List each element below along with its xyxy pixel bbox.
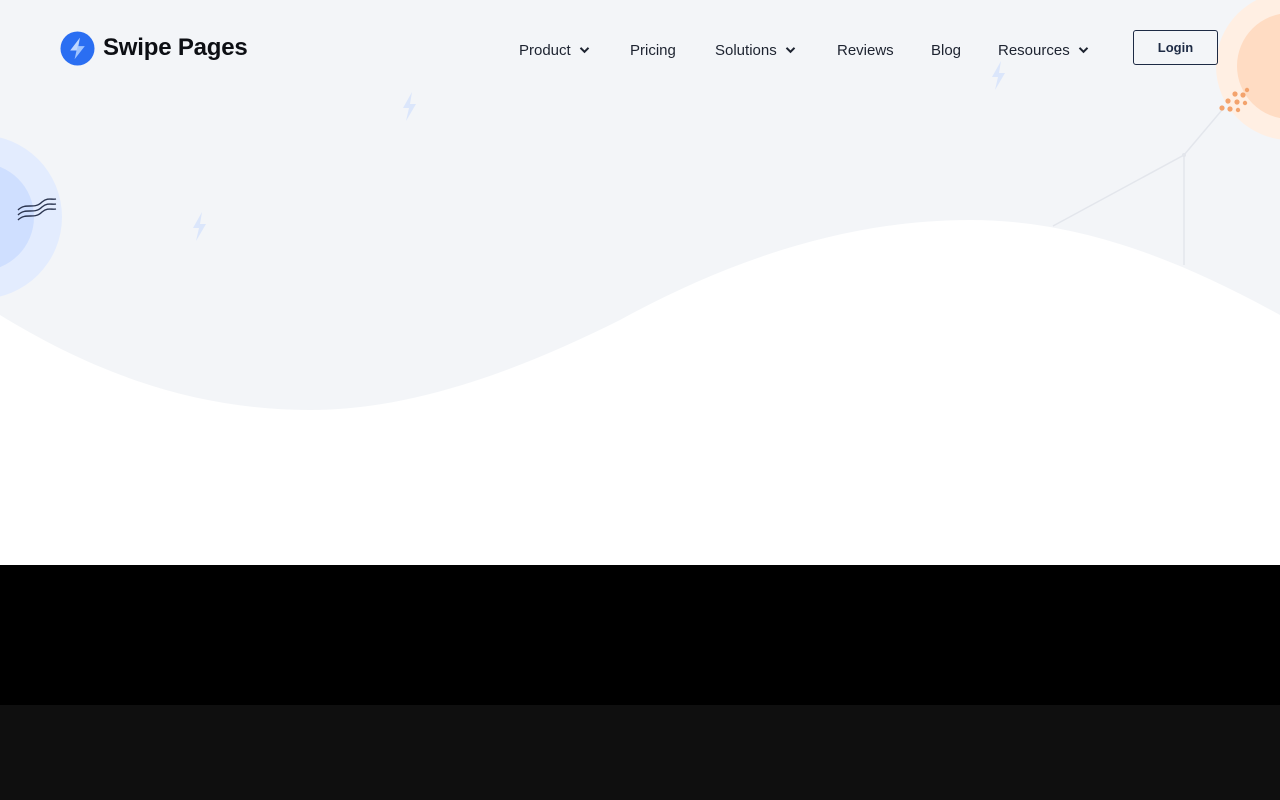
landing-page: Swipe Pages Product Pricing Solutions Re… (0, 0, 1280, 800)
chevron-down-icon (579, 47, 589, 54)
nav-item-label: Reviews (837, 41, 894, 59)
chevron-down-icon (785, 47, 795, 54)
footer-section (0, 705, 1280, 800)
brand-name: Swipe Pages (103, 34, 248, 61)
nav-item-reviews[interactable]: Reviews (837, 38, 894, 62)
nav-item-blog[interactable]: Blog (931, 38, 961, 62)
nav-item-label: Solutions (715, 41, 777, 59)
lightning-bolt-icon (60, 30, 95, 66)
nav-item-label: Product (519, 41, 571, 59)
nav-item-product[interactable]: Product (519, 38, 590, 62)
nav-item-pricing[interactable]: Pricing (630, 38, 676, 62)
nav-item-solutions[interactable]: Solutions (715, 38, 796, 62)
navbar: Swipe Pages Product Pricing Solutions Re… (0, 0, 1280, 98)
nav-item-label: Pricing (630, 41, 676, 59)
nav-item-label: Resources (998, 41, 1070, 59)
nav-item-resources[interactable]: Resources (998, 38, 1089, 62)
dark-section (0, 565, 1280, 705)
chevron-down-icon (1078, 47, 1088, 54)
brand-logo[interactable]: Swipe Pages (60, 30, 248, 66)
login-button[interactable]: Login (1133, 30, 1218, 65)
nav-item-label: Blog (931, 41, 962, 59)
hero-section: Swipe Pages Product Pricing Solutions Re… (0, 0, 1280, 565)
